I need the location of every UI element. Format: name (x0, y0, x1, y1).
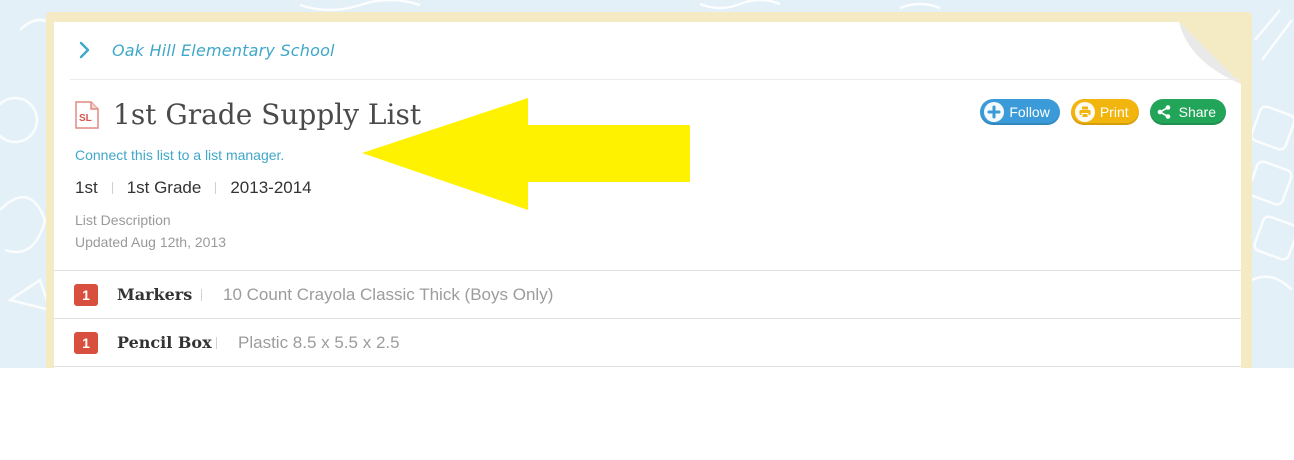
header-divider (70, 79, 1240, 80)
follow-label: Follow (1009, 104, 1050, 120)
print-button[interactable]: Print (1070, 99, 1139, 125)
follow-button[interactable]: Follow (980, 99, 1060, 125)
list-actions: Follow Print Share (980, 99, 1226, 125)
list-description-label: List Description (75, 212, 171, 228)
meta-grade-short: 1st (75, 178, 98, 197)
share-icon (1154, 102, 1174, 122)
item-separator (201, 288, 202, 301)
print-label: Print (1099, 104, 1129, 120)
share-label: Share (1178, 104, 1216, 120)
meta-school-year: 2013-2014 (230, 178, 312, 197)
breadcrumb-school-link[interactable]: Oak Hill Elementary School (112, 41, 335, 60)
meta-separator (111, 182, 113, 194)
item-separator (216, 336, 217, 349)
item-description: Plastic 8.5 x 5.5 x 2.5 (238, 332, 400, 352)
page-title: 1st Grade Supply List (113, 98, 422, 131)
item-description: 10 Count Crayola Classic Thick (Boys Onl… (223, 284, 554, 304)
breadcrumb: Oak Hill Elementary School (78, 36, 335, 64)
plus-icon (984, 102, 1005, 122)
quantity-badge: 1 (74, 283, 98, 306)
quantity-badge: 1 (74, 331, 98, 354)
meta-grade: 1st Grade (126, 178, 202, 197)
print-icon (1074, 102, 1095, 122)
page-curl-decoration (1179, 22, 1241, 84)
list-meta: 1st 1st Grade 2013-2014 (75, 178, 312, 198)
share-button[interactable]: Share (1149, 99, 1226, 125)
meta-separator (215, 182, 217, 194)
supply-items-list: 1 Markers 10 Count Crayola Classic Thick… (54, 270, 1241, 367)
list-item[interactable]: 1 Markers 10 Count Crayola Classic Thick… (54, 271, 1241, 319)
item-name: Pencil Box (117, 333, 212, 352)
supply-list-card: Oak Hill Elementary School SL 1st Grade … (54, 22, 1241, 368)
item-name: Markers (117, 285, 193, 304)
list-item[interactable]: 1 Pencil Box Plastic 8.5 x 5.5 x 2.5 (54, 319, 1241, 367)
svg-text:SL: SL (79, 113, 92, 124)
updated-date: Updated Aug 12th, 2013 (75, 234, 227, 250)
connect-list-manager-link[interactable]: Connect this list to a list manager. (75, 147, 284, 163)
chevron-right-icon (78, 41, 96, 59)
document-icon: SL (75, 101, 99, 129)
